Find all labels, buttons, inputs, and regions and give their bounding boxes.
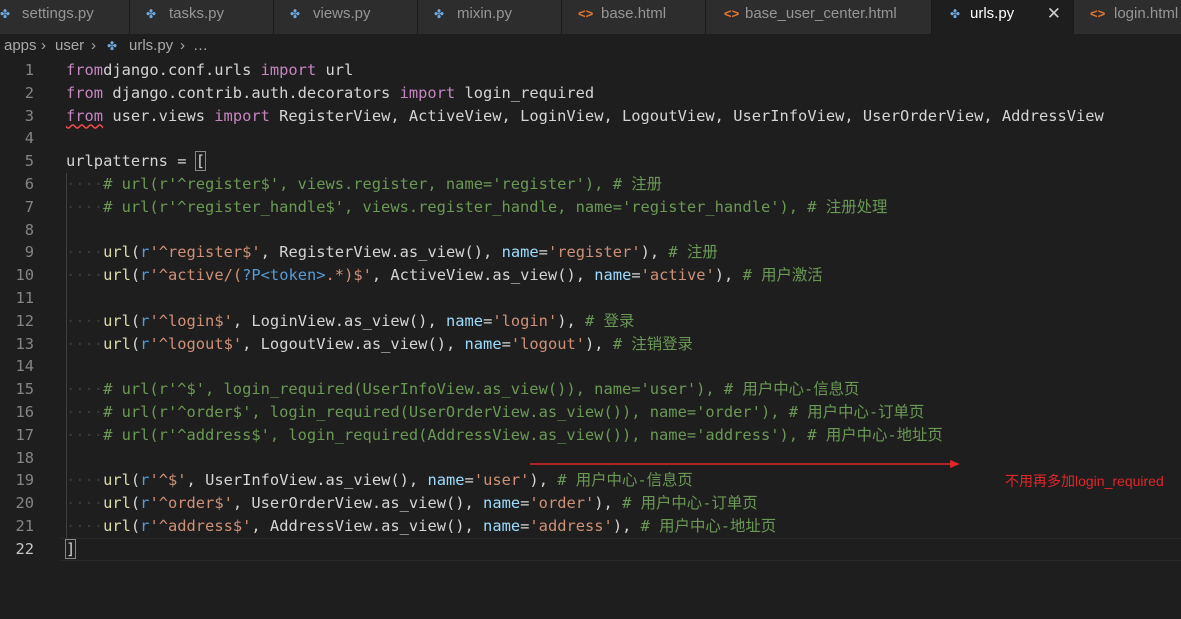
annotation-note: 不用再多加login_required	[1005, 473, 1164, 489]
annotation-arrow	[530, 460, 960, 468]
